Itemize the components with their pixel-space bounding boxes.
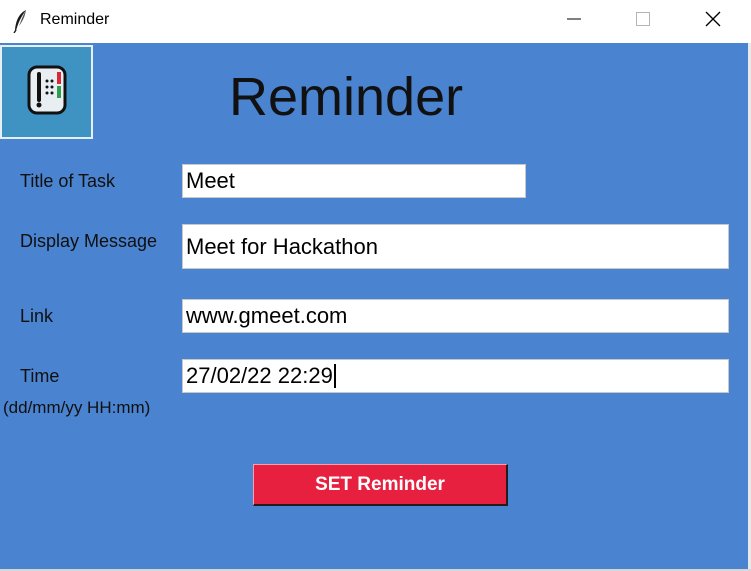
minimize-button[interactable] [551, 0, 597, 43]
close-icon [704, 10, 722, 33]
message-label: Display Message [20, 231, 158, 251]
title-input[interactable]: Meet [182, 164, 526, 198]
maximize-icon [635, 11, 651, 32]
title-label: Title of Task [20, 171, 116, 191]
link-label: Link [20, 306, 54, 326]
reminder-window: Reminder Reminder Title of Task Meet Dis… [0, 0, 751, 571]
reminder-app-icon [25, 64, 69, 121]
page-title: Reminder [229, 67, 464, 127]
close-button[interactable] [690, 0, 736, 43]
app-logo [0, 45, 93, 139]
set-reminder-button[interactable]: SET Reminder [253, 464, 508, 506]
message-input[interactable]: Meet for Hackathon [182, 224, 729, 269]
link-input[interactable]: www.gmeet.com [182, 299, 729, 333]
maximize-button[interactable] [620, 0, 666, 43]
feather-icon [12, 9, 28, 34]
text-caret [333, 364, 336, 388]
time-input-value: 27/02/22 22:29 [186, 363, 333, 388]
time-format-hint: (dd/mm/yy HH:mm) [3, 398, 151, 417]
time-label: Time [20, 366, 60, 386]
title-bar[interactable]: Reminder [0, 0, 751, 43]
window-title: Reminder [40, 11, 110, 28]
minimize-icon [566, 11, 582, 32]
time-input[interactable]: 27/02/22 22:29 [182, 359, 729, 393]
main-panel: Reminder Title of Task Meet Display Mess… [0, 43, 748, 569]
